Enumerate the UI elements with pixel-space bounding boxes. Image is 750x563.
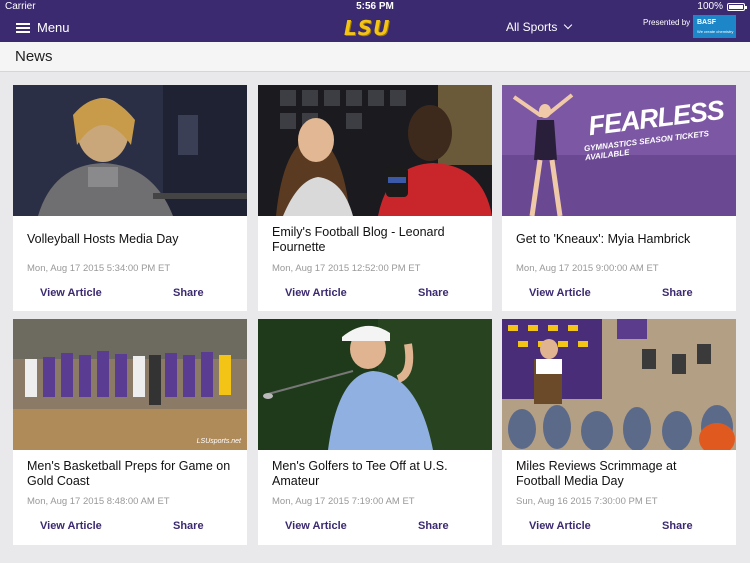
sponsor-name: BASF [697,19,717,26]
article-date: Mon, Aug 17 2015 12:52:00 PM ET [272,263,421,274]
menu-label: Menu [37,20,70,35]
article-date: Mon, Aug 17 2015 9:00:00 AM ET [516,263,659,274]
article-title[interactable]: Get to 'Kneaux': Myia Hambrick [516,232,724,247]
article-title[interactable]: Men's Golfers to Tee Off at U.S. Amateur [272,459,480,488]
article-thumbnail: FEARLESS GYMNASTICS SEASON TICKETS AVAIL… [502,85,736,216]
share-button[interactable]: Share [173,287,204,299]
article-title[interactable]: Emily's Football Blog - Leonard Fournett… [272,225,480,254]
news-card[interactable]: Volleyball Hosts Media Day Mon, Aug 17 2… [13,85,247,311]
view-article-button[interactable]: View Article [285,287,347,299]
article-title[interactable]: Men's Basketball Preps for Game on Gold … [27,459,235,488]
hamburger-icon [16,22,30,34]
presented-by-label: Presented by [643,18,691,27]
news-card[interactable]: LSUsports.net Men's Basketball Preps for… [13,319,247,545]
article-title[interactable]: Miles Reviews Scrimmage at Football Medi… [516,459,724,488]
navbar: Menu LSU All Sports Presented by BASF We… [0,14,750,42]
menu-button[interactable]: Menu [16,20,70,35]
share-button[interactable]: Share [418,520,449,532]
news-card[interactable]: FEARLESS GYMNASTICS SEASON TICKETS AVAIL… [502,85,736,311]
article-thumbnail: LSUsports.net [13,319,247,450]
article-thumbnail [13,85,247,216]
article-date: Mon, Aug 17 2015 8:48:00 AM ET [27,496,170,507]
view-article-button[interactable]: View Article [285,520,347,532]
news-card[interactable]: Miles Reviews Scrimmage at Football Medi… [502,319,736,545]
section-header: News [0,42,750,72]
share-button[interactable]: Share [418,287,449,299]
article-date: Mon, Aug 17 2015 7:19:00 AM ET [272,496,415,507]
article-date: Sun, Aug 16 2015 7:30:00 PM ET [516,496,658,507]
sports-dropdown-label: All Sports [506,20,558,34]
view-article-button[interactable]: View Article [40,520,102,532]
battery-icon [727,3,747,11]
news-card[interactable]: Men's Golfers to Tee Off at U.S. Amateur… [258,319,492,545]
view-article-button[interactable]: View Article [529,287,591,299]
article-date: Mon, Aug 17 2015 5:34:00 PM ET [27,263,171,274]
share-button[interactable]: Share [173,520,204,532]
clock: 5:56 PM [356,1,394,12]
share-button[interactable]: Share [662,520,693,532]
article-thumbnail [258,85,492,216]
news-card[interactable]: Emily's Football Blog - Leonard Fournett… [258,85,492,311]
sponsor-tagline: We create chemistry [697,29,734,34]
view-article-button[interactable]: View Article [529,520,591,532]
battery-percent: 100% [697,1,723,12]
status-bar: Carrier 5:56 PM 100% [0,0,750,14]
sponsor-logo[interactable]: BASF We create chemistry [693,15,736,38]
article-title[interactable]: Volleyball Hosts Media Day [27,232,235,247]
share-button[interactable]: Share [662,287,693,299]
page-title: News [15,48,53,65]
article-thumbnail [258,319,492,450]
photo-watermark: LSUsports.net [196,438,241,445]
chevron-down-icon [564,20,573,30]
article-thumbnail [502,319,736,450]
view-article-button[interactable]: View Article [40,287,102,299]
lsu-logo: LSU [344,16,391,40]
sports-dropdown[interactable]: All Sports [506,20,573,34]
